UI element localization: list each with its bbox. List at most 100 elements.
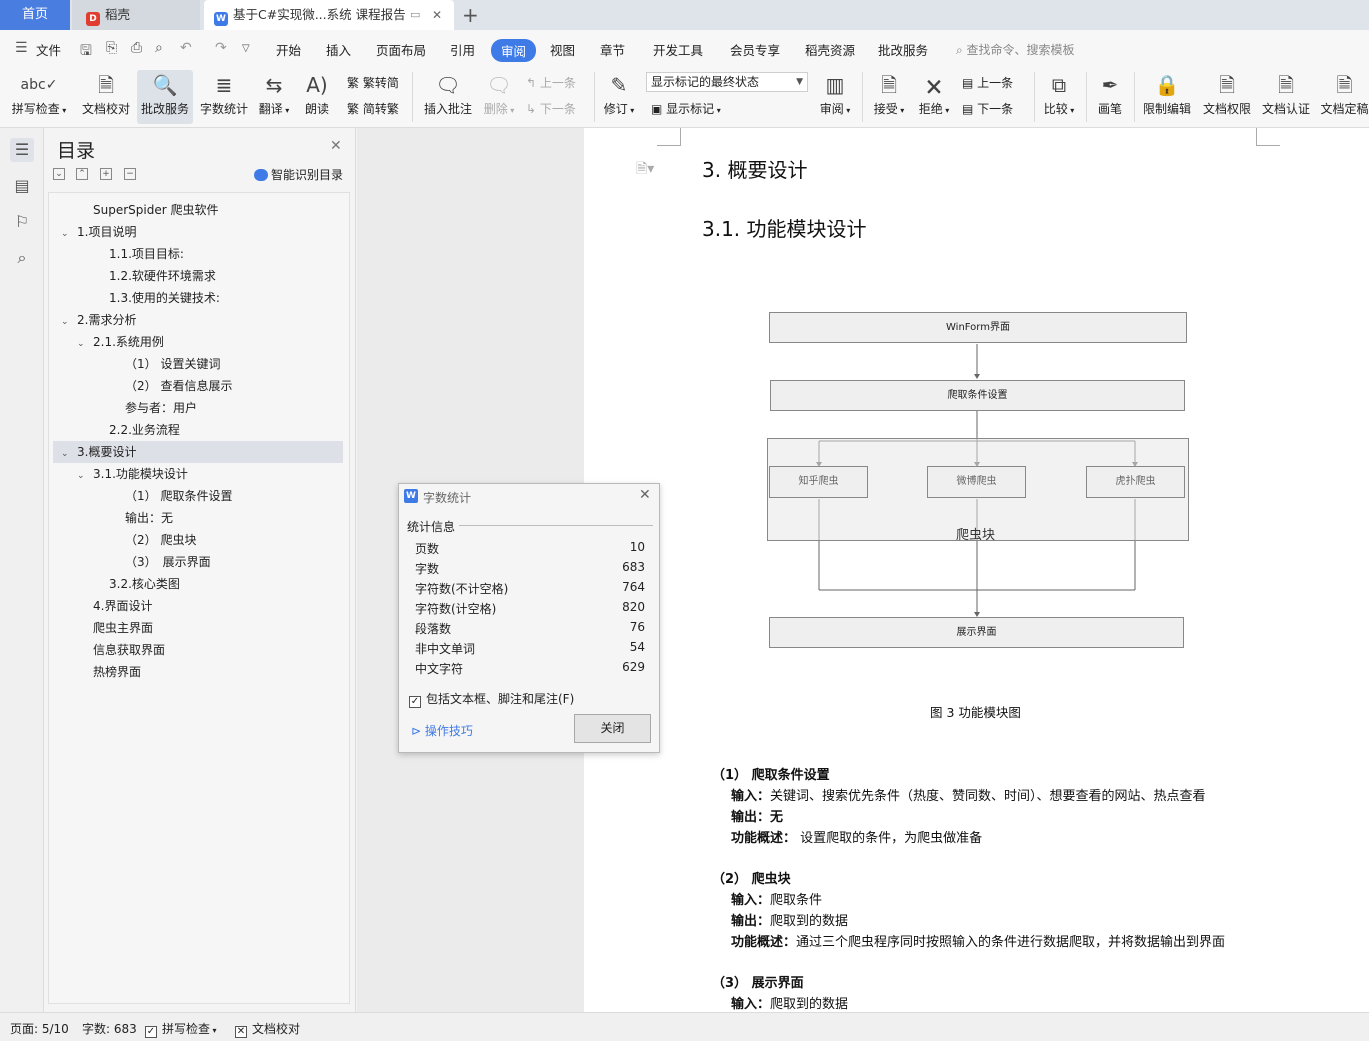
menu-chapter[interactable]: 章节	[600, 40, 625, 59]
read-aloud-button[interactable]: A) 朗读	[300, 70, 334, 124]
reject-button[interactable]: 🗙 拒绝 ▾	[915, 70, 953, 124]
doc-finalize-button[interactable]: 🗎 文档定稿	[1320, 70, 1369, 124]
document-outline-icon[interactable]: 🗎▾	[636, 158, 654, 182]
command-search[interactable]: ⌕ 查找命令、搜索模板	[956, 41, 1075, 58]
toc-item[interactable]: （3） 展示界面	[53, 551, 343, 573]
toc-panel-icon[interactable]: ☰	[10, 138, 34, 162]
include-textbox-checkbox[interactable]: ✓ 包括文本框、脚注和尾注(F)	[409, 690, 574, 708]
toc-item[interactable]: 信息获取界面	[53, 639, 343, 661]
toc-item[interactable]: ⌄ 3.概要设计	[53, 441, 343, 463]
toc-item[interactable]: 3.2.核心类图	[53, 573, 343, 595]
tab-daoke[interactable]: D 稻壳	[72, 0, 200, 30]
close-icon[interactable]: ✕	[639, 487, 651, 503]
menu-page-layout[interactable]: 页面布局	[376, 40, 426, 59]
next-change-button[interactable]: ▤ 下一条	[962, 100, 1013, 117]
toc-item[interactable]: 4.界面设计	[53, 595, 343, 617]
close-button[interactable]: 关闭	[574, 714, 651, 743]
markup-state-select[interactable]: 显示标记的最终状态 ▼	[646, 72, 808, 92]
review-service-button[interactable]: 🔍 批改服务	[137, 70, 193, 124]
toc-item[interactable]: （2） 查看信息展示	[53, 375, 343, 397]
next-comment-button[interactable]: ↳ 下一条	[526, 100, 576, 117]
bookmark-icon[interactable]: ⚐	[10, 210, 34, 234]
toc-item[interactable]: 1.3.使用的关键技术:	[53, 287, 343, 309]
print-preview-icon[interactable]: ⌕	[155, 40, 163, 56]
chevron-down-icon[interactable]: ⌄	[61, 311, 77, 333]
simp-to-trad-button[interactable]: 繁 简转繁	[347, 100, 399, 117]
expand-up-icon[interactable]: ⌃	[76, 168, 88, 180]
delete-comment-button[interactable]: 🗨 删除 ▾	[480, 70, 518, 124]
toc-item[interactable]: （1） 设置关键词	[53, 353, 343, 375]
menu-start[interactable]: 开始	[276, 40, 301, 59]
pen-button[interactable]: ✒ 画笔	[1094, 70, 1126, 124]
print-icon[interactable]: ⎙	[131, 40, 142, 56]
chevron-down-icon[interactable]: ⌄	[61, 223, 77, 245]
toc-item-label: （2） 查看信息展示	[125, 379, 233, 393]
menu-view[interactable]: 视图	[550, 40, 575, 59]
hamburger-menu-icon[interactable]: ☰	[15, 40, 28, 56]
new-tab-button[interactable]: +	[462, 3, 479, 27]
tab-document[interactable]: W 基于C#实现微...系统 课程报告 ▭ ✕	[204, 0, 454, 30]
tab-close-icon[interactable]: ✕	[432, 0, 442, 30]
toc-item[interactable]: 2.2.业务流程	[53, 419, 343, 441]
review-pane-button[interactable]: ▥ 审阅 ▾	[816, 70, 854, 124]
toc-item[interactable]: （2） 爬虫块	[53, 529, 343, 551]
menu-review[interactable]: 审阅	[491, 39, 537, 62]
menu-member[interactable]: 会员专享	[730, 40, 780, 59]
menu-dev-tools[interactable]: 开发工具	[653, 40, 703, 59]
chevron-down-icon[interactable]: ⌄	[61, 443, 77, 465]
tips-link[interactable]: ⊳ 操作技巧	[411, 722, 473, 739]
toc-item[interactable]: 1.2.软硬件环境需求	[53, 265, 343, 287]
word-count-button[interactable]: ≣ 字数统计	[197, 70, 251, 124]
revise-button[interactable]: ✎ 修订 ▾	[600, 70, 638, 124]
doc-permission-button[interactable]: 🗎 文档权限	[1200, 70, 1254, 124]
menu-daoke-resources[interactable]: 稻壳资源	[805, 40, 855, 59]
remove-level-icon[interactable]: −	[124, 168, 136, 180]
redo-icon[interactable]: ↷	[215, 40, 227, 56]
toc-item[interactable]: 1.1.项目目标:	[53, 243, 343, 265]
toc-item[interactable]: 热榜界面	[53, 661, 343, 683]
toc-item[interactable]: ⌄ 1.项目说明	[53, 221, 343, 243]
toc-item[interactable]: ⌄ 2.1.系统用例	[53, 331, 343, 353]
quick-access-dropdown-icon[interactable]: ▽	[242, 43, 250, 54]
close-icon[interactable]: ✕	[330, 138, 342, 154]
toc-item[interactable]: （1） 爬取条件设置	[53, 485, 343, 507]
doc-auth-button[interactable]: 🗎 文档认证	[1259, 70, 1313, 124]
tab-pin-icon[interactable]: ▭	[410, 0, 420, 30]
undo-icon[interactable]: ↶	[180, 40, 192, 56]
compare-button[interactable]: ⧉ 比较 ▾	[1040, 70, 1078, 124]
translate-button[interactable]: ⇆ 翻译 ▾	[255, 70, 293, 124]
restrict-edit-button[interactable]: 🔒 限制编辑	[1140, 70, 1194, 124]
prev-comment-button[interactable]: ↰ 上一条	[526, 74, 576, 91]
toc-item[interactable]: 参与者：用户	[53, 397, 343, 419]
menu-reference[interactable]: 引用	[450, 40, 475, 59]
toc-item[interactable]: 输出：无	[53, 507, 343, 529]
status-spell-check[interactable]: ✓ 拼写检查 ▾	[145, 1020, 217, 1038]
page-indicator[interactable]: 页面: 5/10	[10, 1020, 69, 1037]
show-markup-button[interactable]: ▣ 显示标记 ▾	[651, 100, 721, 117]
tab-home[interactable]: 首页	[0, 0, 70, 30]
menu-insert[interactable]: 插入	[326, 40, 351, 59]
word-count-indicator[interactable]: 字数: 683	[82, 1020, 137, 1037]
toc-item[interactable]: 爬虫主界面	[53, 617, 343, 639]
toc-item[interactable]: ⌄ 2.需求分析	[53, 309, 343, 331]
find-icon[interactable]: ⌕	[10, 246, 34, 270]
menu-review-service[interactable]: 批改服务	[878, 40, 928, 59]
collapse-all-icon[interactable]: ⌄	[53, 168, 65, 180]
toc-item[interactable]: SuperSpider 爬虫软件	[53, 199, 343, 221]
chapter-nav-icon[interactable]: ▤	[10, 174, 34, 198]
spell-check-button[interactable]: abc✓ 拼写检查 ▾	[8, 70, 70, 124]
prev-change-button[interactable]: ▤ 上一条	[962, 74, 1013, 91]
accept-button[interactable]: 🗎 接受 ▾	[870, 70, 908, 124]
smart-recognize-toc-button[interactable]: 智能识别目录	[254, 166, 343, 183]
export-icon[interactable]: ⎘	[106, 40, 117, 56]
chevron-down-icon[interactable]: ⌄	[77, 465, 93, 487]
add-level-icon[interactable]: +	[100, 168, 112, 180]
status-doc-proof[interactable]: ✕ 文档校对	[235, 1020, 300, 1038]
insert-comment-button[interactable]: 🗨 插入批注	[420, 70, 476, 124]
doc-proof-button[interactable]: 🗎 文档校对	[78, 70, 134, 124]
save-icon[interactable]: 🖫	[80, 40, 92, 64]
toc-item[interactable]: ⌄ 3.1.功能模块设计	[53, 463, 343, 485]
menu-file[interactable]: 文件	[36, 40, 61, 59]
chevron-down-icon[interactable]: ⌄	[77, 333, 93, 355]
trad-to-simp-button[interactable]: 繁 繁转简	[347, 74, 399, 91]
